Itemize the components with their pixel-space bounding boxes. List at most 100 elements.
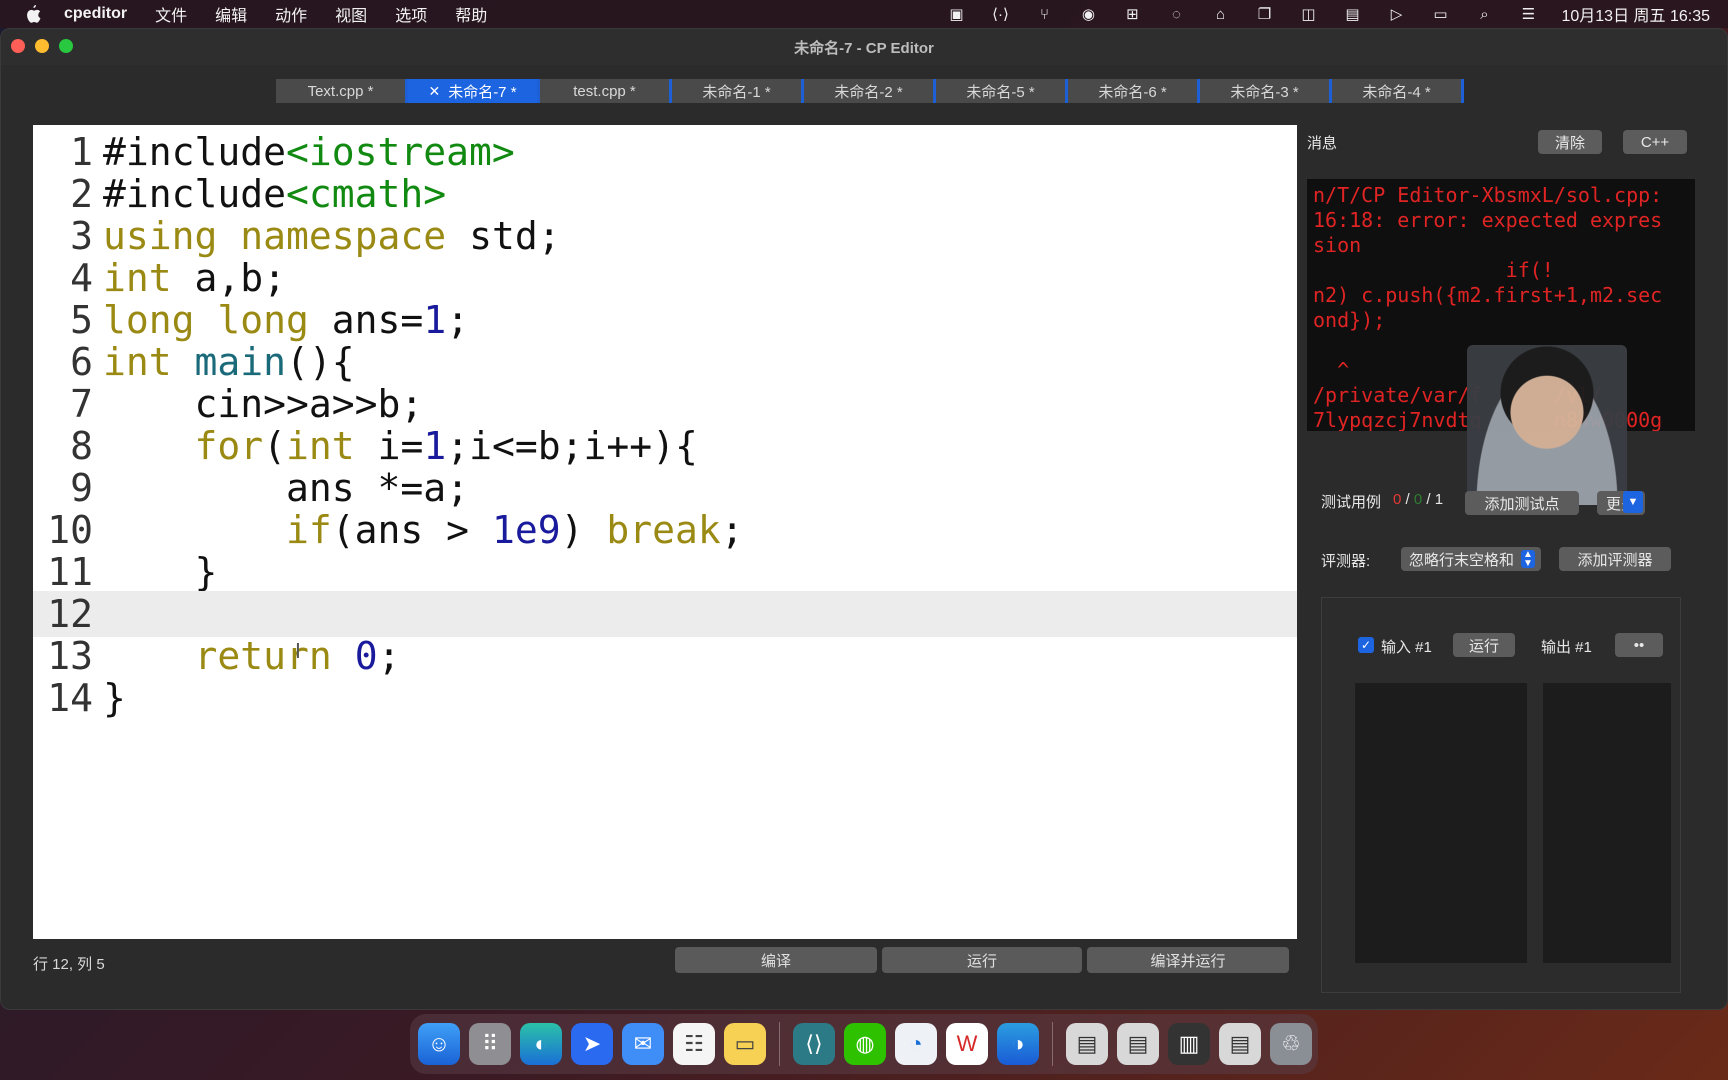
code-line-5[interactable]: 5 long long ans=1; (33, 297, 1297, 343)
code-line-10[interactable]: 10 if(ans > 1e9) break; (33, 507, 1297, 553)
window-1-icon[interactable]: ▤ (1066, 1023, 1108, 1065)
tab-unnamed-2[interactable]: 未命名-2 * (804, 79, 936, 103)
tab-label: 未命名-7 * (448, 83, 517, 101)
test-input-area[interactable] (1355, 683, 1527, 963)
webcam-overlay (1467, 345, 1627, 505)
dock-separator (1052, 1022, 1053, 1066)
test-output-area[interactable] (1543, 683, 1671, 963)
code-line-7[interactable]: 7 cin>>a>>b; (33, 381, 1297, 427)
tab-text-cpp[interactable]: Text.cpp * (276, 79, 408, 103)
notification-status-icon[interactable]: ⌂ (1209, 5, 1231, 23)
battery-icon[interactable]: ▭ (1429, 5, 1451, 23)
menu-edit[interactable]: 编辑 (215, 2, 247, 26)
test-run-button[interactable]: 运行 (1453, 633, 1515, 657)
qq-icon[interactable]: ◔ (895, 1023, 937, 1065)
judge-select[interactable]: 忽略行末空格和 ▲ ▼ (1401, 547, 1541, 571)
tab-unnamed-1[interactable]: 未命名-1 * (672, 79, 804, 103)
notes-icon[interactable]: ▭ (724, 1023, 766, 1065)
tools-status-icon[interactable]: ⑂ (1033, 5, 1055, 23)
mail-icon[interactable]: ✉ (622, 1023, 664, 1065)
menu-file[interactable]: 文件 (155, 2, 187, 26)
clear-button[interactable]: 清除 (1538, 130, 1602, 154)
line-number: 1 (70, 130, 93, 174)
apple-icon[interactable] (22, 3, 44, 25)
remote-status-icon[interactable]: ⟨·⟩ (989, 5, 1011, 23)
line-number: 7 (70, 382, 93, 426)
code-line-8[interactable]: 8 for(int i=1;i<=b;i++){ (33, 423, 1297, 469)
launchpad-icon[interactable]: ⠿ (469, 1023, 511, 1065)
split-status-icon[interactable]: ◫ (1297, 5, 1319, 23)
close-icon[interactable]: ✕ (428, 83, 440, 100)
updown-arrows-icon: ▲ ▼ (1521, 550, 1535, 569)
dock: ☺ ⠿ ◐ ➤ ✉ ☷ ▭ ⟨⟩ ◍ ◔ W ◑ ▤ ▤ ▥ ▤ ♲ (410, 1014, 1318, 1074)
finder-icon[interactable]: ☺ (418, 1023, 460, 1065)
code-line-12[interactable]: 12 (33, 591, 1297, 637)
grid-status-icon[interactable]: ⊞ (1121, 5, 1143, 23)
title-bar: 未命名-7 - CP Editor (1, 29, 1727, 65)
add-test-button[interactable]: 添加测试点 (1465, 491, 1579, 515)
window-title: 未命名-7 - CP Editor (794, 39, 934, 57)
line-number: 6 (70, 340, 93, 384)
line-number: 10 (47, 508, 93, 552)
window-status-icon[interactable]: ❐ (1253, 5, 1275, 23)
input-checkbox[interactable]: ✓ (1358, 637, 1374, 653)
menu-app-name[interactable]: cpeditor (64, 5, 127, 23)
edge-icon[interactable]: ◐ (520, 1023, 562, 1065)
line-number: 5 (70, 298, 93, 342)
spotlight-search-icon[interactable]: ⌕ (1473, 5, 1495, 23)
window-minimize-button[interactable] (35, 39, 49, 53)
window-3-icon[interactable]: ▥ (1168, 1023, 1210, 1065)
compile-button[interactable]: 编译 (675, 947, 877, 973)
tab-unnamed-3[interactable]: 未命名-3 * (1200, 79, 1332, 103)
tab-unnamed-5[interactable]: 未命名-5 * (936, 79, 1068, 103)
tab-unnamed-7[interactable]: ✕ 未命名-7 * (408, 79, 540, 103)
chat-status-icon[interactable]: ◌ (1165, 5, 1187, 23)
code-line-2[interactable]: 2 #include<cmath> (33, 171, 1297, 217)
code-line-3[interactable]: 3 using namespace std; (33, 213, 1297, 259)
code-line-11[interactable]: 11 } (33, 549, 1297, 595)
code-line-9[interactable]: 9 ans *=a; (33, 465, 1297, 511)
tab-unnamed-4[interactable]: 未命名-4 * (1332, 79, 1464, 103)
output-menu-button[interactable]: •• (1615, 633, 1663, 657)
line-number: 3 (70, 214, 93, 258)
language-button[interactable]: C++ (1623, 130, 1687, 154)
add-judge-button[interactable]: 添加评测器 (1559, 547, 1671, 571)
window-2-icon[interactable]: ▤ (1117, 1023, 1159, 1065)
code-line-6[interactable]: 6 int main(){ (33, 339, 1297, 385)
input-label: 输入 #1 (1381, 639, 1432, 656)
calendar-status-icon[interactable]: ▤ (1341, 5, 1363, 23)
chevron-down-icon[interactable]: ▼ (1623, 491, 1643, 513)
menu-help[interactable]: 帮助 (455, 2, 487, 26)
wps-status-icon[interactable]: ▣ (945, 5, 967, 23)
tab-label: 未命名-1 * (702, 83, 771, 101)
reminders-icon[interactable]: ☷ (673, 1023, 715, 1065)
code-editor[interactable]: 1 #include<iostream> 2 #include<cmath> 3 us… (33, 125, 1297, 939)
window-close-button[interactable] (11, 39, 25, 53)
compile-run-button[interactable]: 编译并运行 (1087, 947, 1289, 973)
wps-icon[interactable]: W (946, 1023, 988, 1065)
tab-test-cpp[interactable]: test.cpp * (540, 79, 672, 103)
window-maximize-button[interactable] (59, 39, 73, 53)
control-center-icon[interactable]: ☰ (1517, 5, 1539, 23)
messages-label: 消息 (1307, 135, 1338, 152)
menu-view[interactable]: 视图 (335, 2, 367, 26)
edge-beta-icon[interactable]: ◑ (997, 1023, 1039, 1065)
code-line-4[interactable]: 4 int a,b; (33, 255, 1297, 301)
run-button[interactable]: 运行 (882, 947, 1082, 973)
menu-action[interactable]: 动作 (275, 2, 307, 26)
window-4-icon[interactable]: ▤ (1219, 1023, 1261, 1065)
clock[interactable]: 10月13日 周五 16:35 (1561, 2, 1710, 26)
wechat-icon[interactable]: ◍ (844, 1023, 886, 1065)
tab-label: Text.cpp * (307, 82, 374, 100)
tab-label: 未命名-4 * (1362, 83, 1431, 101)
play-status-icon[interactable]: ▷ (1385, 5, 1407, 23)
wechat-status-icon[interactable]: ◉ (1077, 5, 1099, 23)
code-line-1[interactable]: 1 #include<iostream> (33, 129, 1297, 175)
menu-options[interactable]: 选项 (395, 2, 427, 26)
code-line-14[interactable]: 14} (33, 675, 1297, 721)
vscode-remote-icon[interactable]: ⟨⟩ (793, 1023, 835, 1065)
trash-icon[interactable]: ♲ (1270, 1023, 1312, 1065)
code-line-13[interactable]: 13 return 0; (33, 633, 1297, 679)
tab-unnamed-6[interactable]: 未命名-6 * (1068, 79, 1200, 103)
lark-icon[interactable]: ➤ (571, 1023, 613, 1065)
